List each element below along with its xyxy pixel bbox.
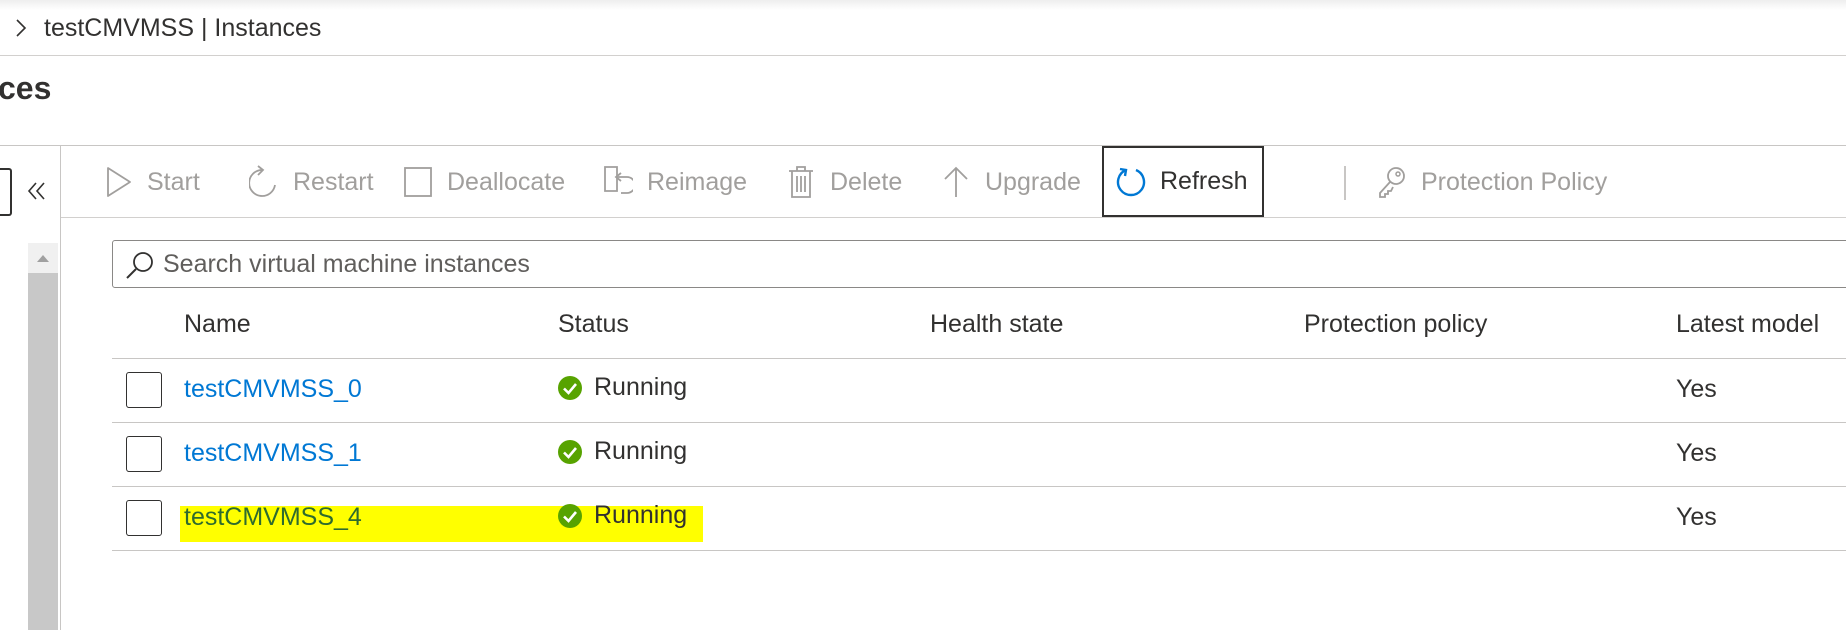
search-box[interactable] — [112, 240, 1846, 288]
check-circle-icon — [558, 439, 582, 464]
trash-icon — [789, 166, 813, 198]
check-circle-icon — [558, 375, 582, 400]
start-label: Start — [147, 167, 200, 196]
panel-divider — [60, 146, 61, 630]
table-row[interactable]: testCMVMSS_1 Running Yes — [112, 422, 1846, 486]
triangle-up-icon — [37, 255, 49, 262]
deallocate-label: Deallocate — [447, 167, 566, 196]
instance-name-link[interactable]: testCMVMSS_1 — [184, 439, 362, 468]
latest-model-value: Yes — [1676, 375, 1717, 403]
latest-model-value: Yes — [1676, 503, 1717, 531]
row-checkbox[interactable] — [126, 500, 162, 536]
column-header-status[interactable]: Status — [558, 310, 629, 339]
refresh-label: Refresh — [1160, 167, 1248, 195]
row-checkbox[interactable] — [126, 372, 162, 408]
protection-policy-button[interactable]: Protection Policy — [1377, 146, 1607, 218]
restart-label: Restart — [293, 167, 374, 196]
status-cell: Running — [558, 501, 687, 530]
column-header-latest-model[interactable]: Latest model — [1676, 310, 1819, 339]
left-panel-scrollbar[interactable] — [28, 243, 58, 630]
arrow-up-icon — [944, 166, 968, 197]
row-checkbox[interactable] — [126, 436, 162, 472]
toolbar-separator — [1344, 166, 1346, 200]
search-icon — [126, 252, 153, 279]
double-chevron-left-icon[interactable] — [26, 178, 48, 204]
column-header-protection-policy[interactable]: Protection policy — [1304, 310, 1487, 339]
status-cell: Running — [558, 437, 687, 466]
stop-square-icon — [404, 167, 432, 197]
breadcrumb[interactable]: testCMVMSS | Instances — [44, 14, 321, 43]
upgrade-button[interactable]: Upgrade — [941, 146, 1081, 218]
restart-button[interactable]: Restart — [249, 146, 374, 218]
start-button[interactable]: Start — [103, 146, 200, 218]
instance-name-link[interactable]: testCMVMSS_4 — [184, 503, 362, 532]
reimage-label: Reimage — [647, 167, 748, 196]
key-icon — [1379, 167, 1405, 198]
table-row[interactable]: testCMVMSS_4 Running Yes — [112, 486, 1846, 550]
breadcrumb-bar: testCMVMSS | Instances — [0, 0, 1846, 56]
deallocate-button[interactable]: Deallocate — [403, 146, 565, 218]
play-icon — [107, 167, 131, 197]
page-title: ces — [0, 70, 52, 106]
delete-button[interactable]: Delete — [786, 146, 902, 218]
refresh-icon — [1116, 167, 1146, 196]
delete-label: Delete — [830, 167, 903, 196]
table-row[interactable]: testCMVMSS_0 Running Yes — [112, 358, 1846, 422]
status-cell: Running — [558, 373, 687, 402]
left-panel-search-box[interactable] — [0, 168, 12, 216]
instance-name-link[interactable]: testCMVMSS_0 — [184, 375, 362, 404]
column-header-health-state[interactable]: Health state — [930, 310, 1063, 339]
search-input[interactable] — [163, 247, 1763, 281]
upgrade-label: Upgrade — [985, 167, 1081, 196]
table-bottom-border — [112, 550, 1846, 551]
check-circle-icon — [558, 503, 582, 528]
status-text: Running — [594, 373, 688, 401]
restart-icon — [249, 165, 276, 197]
column-header-name[interactable]: Name — [184, 310, 251, 339]
reimage-icon — [604, 166, 633, 194]
latest-model-value: Yes — [1676, 439, 1717, 467]
scroll-up-button[interactable] — [28, 243, 58, 273]
reimage-button[interactable]: Reimage — [603, 146, 747, 218]
status-text: Running — [594, 437, 688, 465]
protection-policy-label: Protection Policy — [1421, 167, 1608, 196]
command-bar: Start Restart Deallocate Reimage Delete — [61, 146, 1846, 218]
status-text: Running — [594, 501, 688, 529]
chevron-right-icon[interactable] — [13, 17, 29, 39]
refresh-button[interactable]: Refresh — [1102, 146, 1264, 217]
